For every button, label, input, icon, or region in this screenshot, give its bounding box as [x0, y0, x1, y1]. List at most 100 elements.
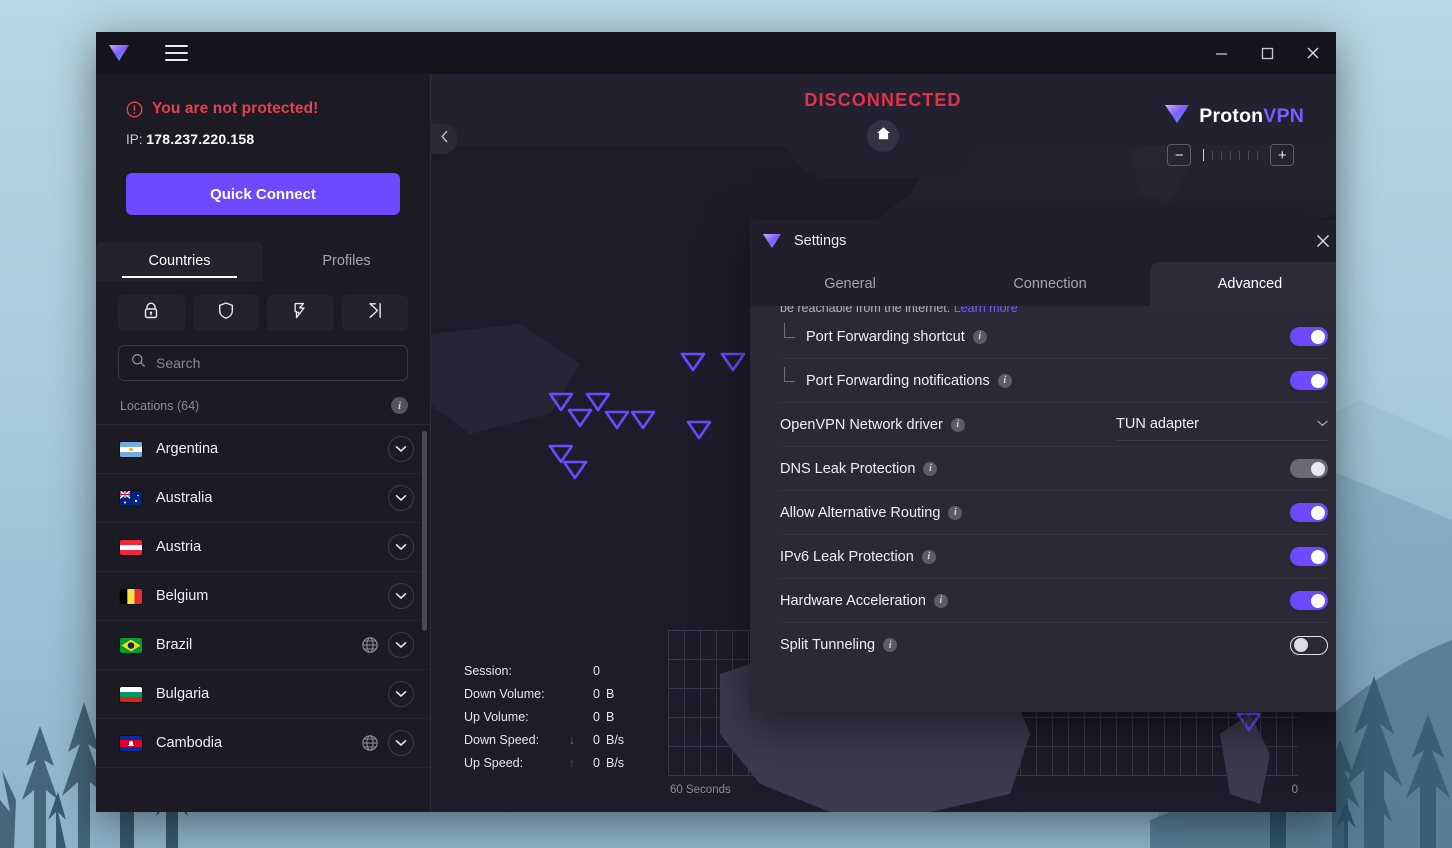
port-forwarding-notifications-toggle[interactable] — [1290, 371, 1328, 390]
ip-value: 178.237.220.158 — [146, 131, 255, 147]
stat-row-session: Session: 0 — [464, 659, 640, 682]
maximize-button[interactable] — [1244, 32, 1290, 74]
allow-alternative-routing-toggle[interactable] — [1290, 503, 1328, 522]
search-input[interactable] — [156, 355, 395, 371]
list-item[interactable]: Bulgaria — [96, 670, 430, 719]
setting-row-openvpn-network-driver: OpenVPN Network driver i TUN adapter — [780, 403, 1328, 447]
settings-dialog: Settings General Connection Advanced be … — [750, 220, 1336, 712]
country-list-scrollbar[interactable] — [422, 425, 427, 812]
settings-scroll-area[interactable]: be reachable from the internet. Learn mo… — [750, 306, 1336, 712]
zoom-level-ticks[interactable] — [1195, 149, 1266, 161]
select-underline — [1116, 440, 1328, 441]
zoom-tick — [1212, 150, 1214, 160]
tab-general[interactable]: General — [750, 262, 950, 306]
server-pin — [548, 392, 574, 412]
toggle-knob — [1311, 593, 1325, 608]
quick-connect-button[interactable]: Quick Connect — [126, 173, 400, 215]
server-pin — [604, 410, 630, 430]
scrollbar-thumb[interactable] — [422, 431, 427, 631]
setting-row-hardware-acceleration: Hardware Acceleration i — [780, 579, 1328, 623]
info-icon[interactable]: i — [933, 593, 948, 608]
server-pin — [567, 408, 593, 428]
netshield-filter-button[interactable] — [192, 295, 259, 331]
lock-icon — [142, 301, 160, 325]
download-arrow-icon: ↓ — [569, 732, 575, 747]
secure-core-filter-button[interactable] — [118, 295, 185, 331]
info-icon[interactable]: i — [883, 638, 898, 652]
graph-time-axis-label: 60 Seconds — [670, 784, 731, 796]
stat-value: 0 — [593, 755, 600, 770]
list-item[interactable]: Argentina — [96, 425, 430, 474]
expand-chevron-icon[interactable] — [388, 681, 414, 707]
setting-control — [1290, 547, 1328, 566]
server-pin — [630, 410, 656, 430]
setting-label: OpenVPN Network driver — [780, 416, 943, 433]
country-name: Bulgaria — [156, 686, 210, 702]
zoom-in-button[interactable]: + — [1270, 144, 1295, 166]
tab-connection[interactable]: Connection — [950, 262, 1150, 306]
hardware-acceleration-toggle[interactable] — [1290, 591, 1328, 610]
list-item[interactable]: Australia — [96, 474, 430, 523]
p2p-arrow-icon — [291, 301, 309, 325]
info-icon[interactable]: i — [972, 329, 987, 344]
zoom-out-button[interactable]: − — [1167, 144, 1192, 166]
p2p-filter-button[interactable] — [267, 295, 334, 331]
expand-chevron-icon[interactable] — [388, 730, 414, 756]
list-item[interactable]: Brazil — [96, 621, 430, 670]
info-icon[interactable]: i — [948, 505, 963, 520]
country-name: Cambodia — [156, 735, 223, 751]
list-item[interactable]: Austria — [96, 523, 430, 572]
setting-label: Split Tunneling — [780, 637, 876, 653]
expand-chevron-icon[interactable] — [388, 583, 414, 609]
toggle-knob — [1311, 505, 1325, 520]
tab-advanced[interactable]: Advanced — [1150, 262, 1336, 306]
tab-profiles[interactable]: Profiles — [263, 241, 430, 281]
globe-icon — [360, 733, 380, 753]
tor-filter-button[interactable] — [341, 295, 408, 331]
expand-chevron-icon[interactable] — [388, 485, 414, 511]
search-box[interactable] — [118, 345, 408, 381]
server-pin — [548, 444, 574, 464]
home-button[interactable] — [867, 120, 899, 152]
setting-control: TUN adapter — [1116, 416, 1328, 434]
list-item[interactable]: Cambodia — [96, 719, 430, 768]
flag-ar — [120, 441, 142, 457]
info-icon[interactable]: i — [923, 461, 938, 476]
sidebar: You are not protected! IP: 178.237.220.1… — [96, 74, 430, 812]
protonvpn-app-window: You are not protected! IP: 178.237.220.1… — [96, 32, 1336, 812]
toggle-knob — [1294, 638, 1308, 652]
list-item[interactable]: Belgium — [96, 572, 430, 621]
expand-chevron-icon[interactable] — [388, 632, 414, 658]
expand-chevron-icon[interactable] — [388, 534, 414, 560]
stat-label: Down Speed: — [464, 732, 540, 747]
info-icon[interactable]: i — [921, 549, 936, 564]
openvpn-network-driver-select[interactable]: TUN adapter — [1116, 416, 1328, 434]
connection-stats-panel: Session: 0 Down Volume: 0 B Up Volume: 0… — [464, 659, 640, 774]
flag-be — [120, 588, 142, 604]
info-icon[interactable]: i — [950, 417, 965, 432]
chevron-left-icon — [440, 130, 449, 148]
setting-control — [1290, 635, 1328, 655]
dns-leak-protection-toggle — [1290, 459, 1328, 478]
port-forwarding-shortcut-toggle[interactable] — [1290, 327, 1328, 346]
hamburger-menu-icon[interactable] — [158, 38, 194, 68]
info-icon[interactable]: i — [997, 373, 1012, 388]
expand-chevron-icon[interactable] — [388, 436, 414, 462]
tab-countries[interactable]: Countries — [96, 241, 263, 281]
country-list[interactable]: Argentina Australia Austria Belgium Braz… — [96, 425, 430, 812]
shield-icon — [217, 301, 235, 325]
window-titlebar — [96, 32, 1336, 74]
info-icon[interactable]: i — [391, 397, 408, 414]
close-icon[interactable] — [1310, 228, 1336, 254]
brand-zone: ProtonVPN − + — [1164, 102, 1304, 166]
brand-name: ProtonVPN — [1199, 105, 1304, 128]
close-button[interactable] — [1290, 32, 1336, 74]
ipv6-leak-protection-toggle[interactable] — [1290, 547, 1328, 566]
split-tunneling-toggle[interactable] — [1290, 635, 1328, 655]
minimize-button[interactable] — [1198, 32, 1244, 74]
stat-value: 0 — [593, 663, 600, 678]
setting-row-dns-leak-protection: DNS Leak Protection i — [780, 447, 1328, 491]
learn-more-link[interactable]: Learn more — [954, 306, 1018, 315]
stat-value: 0 — [593, 709, 600, 724]
flag-br — [120, 637, 142, 653]
